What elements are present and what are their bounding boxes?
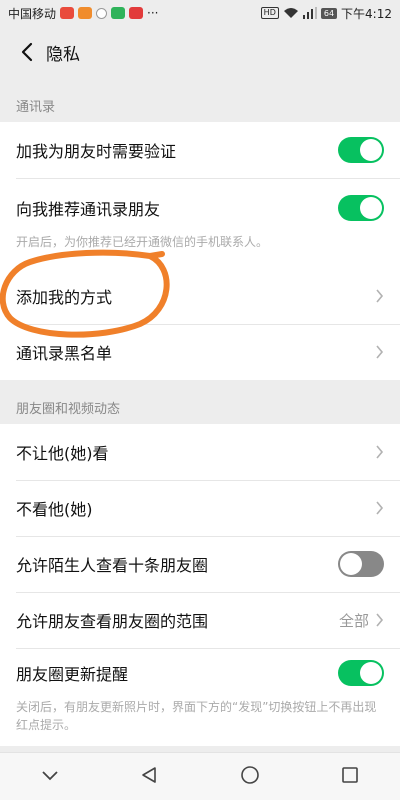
moments-update-row: 朋友圈更新提醒 关闭后，有朋友更新照片时，界面下方的“发现”切换按钮上不再出现红… [0,648,400,746]
nav-bar: 隐私 [0,26,400,78]
contacts-group: 加我为朋友时需要验证 向我推荐通讯录朋友 开启后，为你推荐已经开通微信的手机联系… [0,122,400,380]
section-header-moments: 朋友圈和视频动态 [16,402,121,417]
dont-view-moments-row[interactable]: 不看他(她) [0,480,400,536]
contacts-blacklist-label: 通讯录黑名单 [16,344,113,363]
hd-icon: HD [260,7,279,19]
strangers-view-toggle[interactable] [338,551,384,577]
triangle-back-icon[interactable] [140,766,158,788]
contacts-blacklist-row[interactable]: 通讯录黑名单 [0,324,400,380]
moments-range-value: 全部 [338,611,369,630]
circle-home-icon[interactable] [240,765,260,789]
strangers-view-label: 允许陌生人查看十条朋友圈 [16,556,209,575]
page-title: 隐私 [46,44,80,65]
battery-icon: 64 [320,7,338,19]
recommend-contacts-toggle[interactable] [338,195,384,221]
hide-moments-from-label: 不让他(她)看 [16,444,109,463]
recommend-contacts-label: 向我推荐通讯录朋友 [16,200,161,219]
notification-app-icon [78,7,93,19]
verify-friend-toggle[interactable] [338,137,384,163]
hide-moments-from-row[interactable]: 不让他(她)看 [0,424,400,480]
verify-friend-row: 加我为朋友时需要验证 [0,122,400,178]
status-left: 中国移动 ··· [8,5,158,22]
chevron-right-icon [375,445,384,459]
chevron-down-icon[interactable] [41,767,59,786]
square-recent-icon[interactable] [341,766,359,788]
chevron-right-icon [375,501,384,515]
moments-update-label: 朋友圈更新提醒 [16,665,129,684]
more-notifications-text: ··· [147,6,159,20]
system-nav-bar [0,752,400,800]
notification-app-icon [111,7,126,19]
notification-app-icon [129,7,144,19]
signal-icon [302,7,317,19]
status-bar: 中国移动 ··· HD 64 下午4:12 [0,0,400,26]
carrier-text: 中国移动 [8,6,57,21]
moments-range-row[interactable]: 允许朋友查看朋友圈的范围 全部 [0,592,400,648]
chevron-right-icon [375,289,384,303]
notification-app-icon [96,7,108,19]
moments-range-trailing: 全部 [339,610,384,631]
recommend-contacts-hint: 开启后，为你推荐已经开通微信的手机联系人。 [16,235,269,249]
clock-text: 下午4:12 [341,6,392,21]
moments-update-hint: 关闭后，有朋友更新照片时，界面下方的“发现”切换按钮上不再出现红点提示。 [16,700,377,732]
verify-friend-label: 加我为朋友时需要验证 [16,142,177,161]
back-chevron-icon[interactable] [12,37,42,67]
section-header-contacts: 通讯录 [16,100,56,115]
wifi-icon [283,8,298,18]
status-right: HD 64 下午4:12 [260,5,392,22]
add-me-methods-row[interactable]: 添加我的方式 [0,268,400,324]
moments-range-label: 允许朋友查看朋友圈的范围 [16,612,209,631]
recommend-contacts-row: 向我推荐通讯录朋友 开启后，为你推荐已经开通微信的手机联系人。 [0,178,400,268]
moments-update-toggle[interactable] [338,660,384,686]
add-me-methods-label: 添加我的方式 [16,288,113,307]
moments-group: 不让他(她)看 不看他(她) 允许陌生人查看十条朋友圈 允许朋友查看朋友圈的范围… [0,424,400,746]
dont-view-moments-label: 不看他(她) [16,500,93,519]
chevron-right-icon [375,613,384,627]
strangers-view-row: 允许陌生人查看十条朋友圈 [0,536,400,592]
notification-app-icon [60,7,75,19]
chevron-right-icon [375,345,384,359]
